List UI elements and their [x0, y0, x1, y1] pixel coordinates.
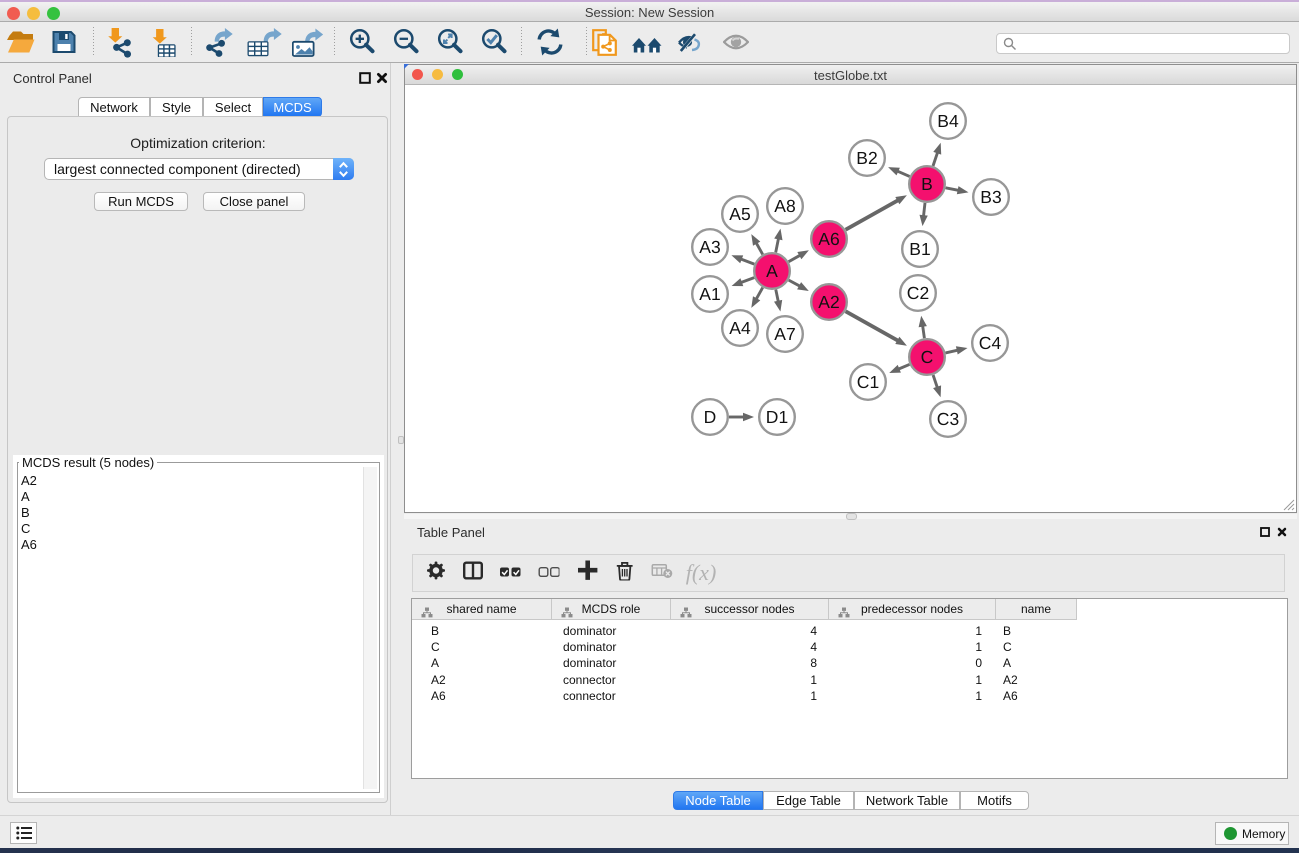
- svg-text:C2: C2: [907, 283, 929, 303]
- svg-text:A8: A8: [774, 196, 795, 216]
- svg-text:A4: A4: [729, 318, 751, 338]
- svg-text:C3: C3: [937, 409, 959, 429]
- svg-text:C: C: [921, 347, 934, 367]
- svg-text:B: B: [921, 174, 933, 194]
- svg-text:A6: A6: [818, 229, 839, 249]
- svg-text:B4: B4: [937, 111, 959, 131]
- svg-text:C1: C1: [857, 372, 879, 392]
- svg-text:B1: B1: [909, 239, 930, 259]
- svg-text:A7: A7: [774, 324, 795, 344]
- svg-text:B2: B2: [856, 148, 877, 168]
- svg-text:A3: A3: [699, 237, 720, 257]
- svg-text:A2: A2: [818, 292, 839, 312]
- svg-text:A5: A5: [729, 204, 750, 224]
- svg-text:B3: B3: [980, 187, 1001, 207]
- svg-text:D1: D1: [766, 407, 788, 427]
- svg-text:D: D: [704, 407, 717, 427]
- svg-text:A1: A1: [699, 284, 720, 304]
- svg-text:C4: C4: [979, 333, 1002, 353]
- svg-text:A: A: [766, 261, 778, 281]
